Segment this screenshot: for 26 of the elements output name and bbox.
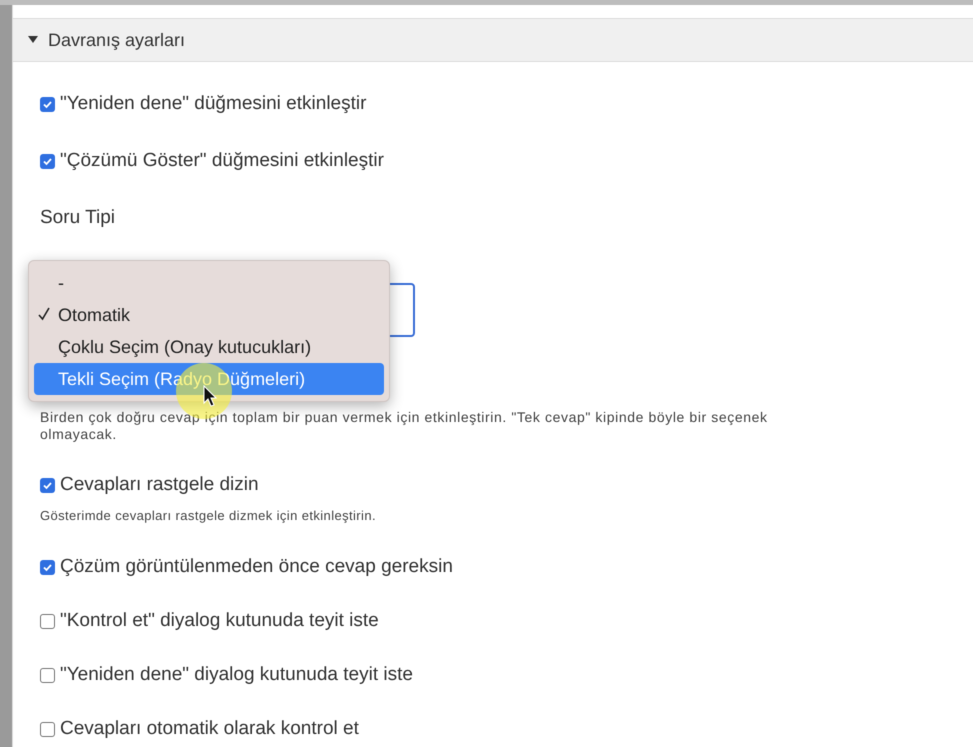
checkbox[interactable] — [40, 478, 55, 492]
checkbox[interactable] — [40, 614, 55, 628]
checkbox[interactable] — [40, 722, 55, 736]
checkbox-label: Çözüm görüntülenmeden önce cevap gereksin — [60, 554, 453, 579]
dropdown-option[interactable]: Çoklu Seçim (Onay kutucukları) — [34, 331, 384, 363]
field-label: Soru Tipi — [40, 206, 115, 230]
section-header[interactable]: Davranış ayarları — [13, 18, 973, 62]
check-icon — [38, 307, 50, 321]
check-icon — [42, 98, 53, 110]
check-icon — [42, 480, 53, 490]
checkbox[interactable] — [40, 96, 55, 112]
checkbox[interactable] — [40, 668, 55, 682]
help-text: Gösterimde cevapları rastgele dizmek için etkinleştirin. — [40, 507, 377, 525]
dropdown-option[interactable]: Otomatik — [34, 299, 384, 331]
checkbox-label: Cevapları otomatik olarak kontrol et — [60, 716, 359, 741]
checkbox-label: "Yeniden dene" diyalog kutunuda teyit iste — [60, 662, 413, 687]
checkbox[interactable] — [40, 154, 55, 168]
checkbox-label: Cevapları rastgele dizin — [60, 472, 259, 497]
check-icon — [42, 562, 53, 572]
checkbox-label: "Çözümü Göster" düğmesini etkinleştir — [60, 148, 384, 173]
checkbox-label: "Yeniden dene" düğmesini etkinleştir — [60, 92, 366, 116]
checkbox[interactable] — [40, 560, 55, 574]
checkbox-label: "Kontrol et" diyalog kutunuda teyit iste — [60, 608, 379, 633]
dropdown-option[interactable]: - — [34, 267, 384, 299]
check-icon — [42, 156, 53, 166]
section-title: Davranış ayarları — [48, 28, 186, 52]
